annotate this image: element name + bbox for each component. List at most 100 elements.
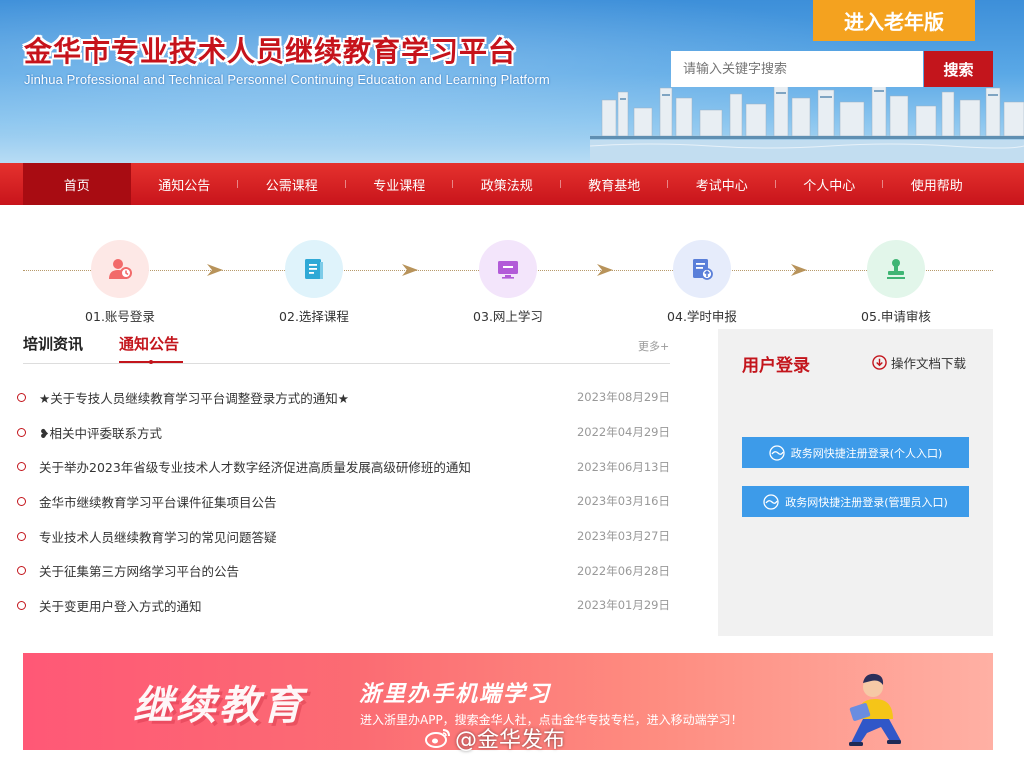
approval-stamp-icon (887, 259, 905, 279)
news-title: ★关于专技人员继续教育学习平台调整登录方式的通知★ (39, 390, 349, 406)
news-title: 金华市继续教育学习平台课件征集项目公告 (39, 494, 277, 510)
nav-item-label: 个人中心 (803, 178, 856, 194)
circle-bullet-icon (17, 427, 26, 437)
nav-item-label: 政策法规 (480, 178, 533, 194)
nav-item-label: 使用帮助 (910, 178, 963, 194)
circle-bullet-icon (17, 600, 26, 610)
nav-item-label: 通知公告 (158, 178, 211, 194)
circle-bullet-icon (17, 392, 26, 402)
news-tabs: 培训资讯 通知公告 更多+ (23, 333, 670, 364)
news-title: ❥相关中评委联系方式 (39, 425, 162, 441)
news-date: 2023年06月13日 (576, 459, 670, 474)
personal-login-label: 政务网快捷注册登录(个人入口) (790, 446, 943, 460)
tab-notices[interactable]: 通知公告 (119, 333, 179, 354)
step-arrow-icon (791, 264, 807, 276)
news-date: 2022年04月29日 (576, 425, 670, 440)
site-subtitle: Jinhua Professional and Technical Person… (24, 72, 550, 87)
site-title: 金华市专业技术人员继续教育学习平台 (24, 35, 518, 68)
nav-item-notices[interactable]: 通知公告 (131, 163, 238, 205)
search-input[interactable] (671, 51, 923, 87)
nav-item-label: 公需课程 (265, 178, 318, 194)
step-circle (867, 240, 925, 298)
report-upload-icon (693, 259, 713, 280)
step-label: 04.学时申报 (667, 309, 737, 324)
news-date: 2023年03月27日 (576, 529, 670, 544)
circle-bullet-icon (17, 531, 26, 541)
step-circle (285, 240, 343, 298)
step-hour-report: 04.学时申报 (642, 240, 762, 325)
step-circle (673, 240, 731, 298)
step-label: 01.账号登录 (85, 309, 155, 324)
nav-item-public-courses[interactable]: 公需课程 (238, 163, 346, 205)
nav-item-label: 考试中心 (695, 178, 748, 194)
step-apply-review: 05.申请审核 (836, 240, 956, 325)
news-list: ★关于专技人员继续教育学习平台调整登录方式的通知★ 2023年08月29日 ❥相… (17, 380, 670, 623)
gov-service-icon (769, 444, 785, 461)
circle-bullet-icon (17, 496, 26, 506)
list-item[interactable]: ❥相关中评委联系方式 2022年04月29日 (17, 415, 670, 450)
active-tab-dot (149, 360, 153, 364)
personal-login-button[interactable]: 政务网快捷注册登录(个人入口) (742, 437, 969, 468)
step-circle (91, 240, 149, 298)
nav-item-policies[interactable]: 政策法规 (453, 163, 561, 205)
city-skyline-image (590, 83, 1024, 163)
step-online-learning: 03.网上学习 (448, 240, 568, 325)
step-label: 02.选择课程 (279, 309, 349, 324)
list-item[interactable]: 金华市继续教育学习平台课件征集项目公告 2023年03月16日 (17, 484, 670, 519)
list-item[interactable]: 关于举办2023年省级专业技术人才数字经济促进高质量发展高级研修班的通知 202… (17, 449, 670, 484)
step-select-course: 02.选择课程 (254, 240, 374, 325)
nav-item-label: 教育基地 (588, 178, 641, 194)
watermark-text: @金华发布 (455, 728, 566, 753)
monitor-icon (498, 261, 518, 279)
site-header: 金华市专业技术人员继续教育学习平台 Jinhua Professional an… (0, 0, 1024, 163)
step-circle (479, 240, 537, 298)
login-title: 用户登录 (742, 356, 810, 376)
list-item[interactable]: 关于征集第三方网络学习平台的公告 2022年06月28日 (17, 553, 670, 588)
nav-item-exam-center[interactable]: 考试中心 (668, 163, 776, 205)
doc-download-label: 操作文档下载 (891, 356, 967, 371)
weibo-watermark: @金华发布 (425, 722, 565, 754)
circle-bullet-icon (17, 566, 26, 576)
news-title: 关于变更用户登入方式的通知 (39, 598, 202, 614)
elder-mode-button[interactable]: 进入老年版 (813, 0, 975, 41)
news-date: 2022年06月28日 (576, 563, 670, 578)
step-arrow-icon (207, 264, 223, 276)
download-icon (872, 355, 887, 370)
news-date: 2023年01月29日 (576, 598, 670, 613)
nav-item-professional-courses[interactable]: 专业课程 (346, 163, 453, 205)
news-date: 2023年08月29日 (576, 390, 670, 405)
search-button[interactable]: 搜索 (924, 51, 993, 87)
step-account-login: 01.账号登录 (60, 240, 180, 325)
news-title: 专业技术人员继续教育学习的常见问题答疑 (39, 529, 277, 545)
news-title: 关于征集第三方网络学习平台的公告 (39, 564, 240, 580)
circle-bullet-icon (17, 462, 26, 472)
news-date: 2023年03月16日 (576, 494, 670, 509)
list-item[interactable]: ★关于专技人员继续教育学习平台调整登录方式的通知★ 2023年08月29日 (17, 380, 670, 415)
tab-training-news[interactable]: 培训资讯 (23, 333, 83, 354)
step-label: 05.申请审核 (861, 309, 931, 324)
nav-item-home[interactable]: 首页 (23, 163, 131, 205)
more-link[interactable]: 更多+ (638, 338, 669, 354)
admin-login-label: 政务网快捷注册登录(管理员入口) (785, 495, 948, 509)
course-book-icon (305, 259, 323, 279)
main-nav: 首页 通知公告 公需课程 专业课程 政策法规 教育基地 考试中心 个人中心 使用… (0, 163, 1024, 205)
banner-headline: 浙里办手机端学习 (359, 682, 552, 707)
step-arrow-icon (402, 264, 418, 276)
admin-login-button[interactable]: 政务网快捷注册登录(管理员入口) (742, 486, 969, 517)
doc-download-link[interactable]: 操作文档下载 (872, 353, 966, 372)
nav-item-help[interactable]: 使用帮助 (883, 163, 991, 205)
nav-item-personal-center[interactable]: 个人中心 (776, 163, 883, 205)
banner-big-text: 继续教育 (133, 683, 305, 729)
nav-item-label: 首页 (63, 178, 90, 194)
step-arrow-icon (597, 264, 613, 276)
list-item[interactable]: 关于变更用户登入方式的通知 2023年01月29日 (17, 588, 670, 623)
list-item[interactable]: 专业技术人员继续教育学习的常见问题答疑 2023年03月27日 (17, 519, 670, 554)
person-with-tablet-illustration (849, 673, 901, 746)
step-label: 03.网上学习 (473, 309, 543, 324)
nav-item-education-base[interactable]: 教育基地 (561, 163, 668, 205)
user-login-icon (109, 259, 132, 279)
weibo-logo-icon (425, 729, 450, 748)
news-title: 关于举办2023年省级专业技术人才数字经济促进高质量发展高级研修班的通知 (39, 460, 471, 476)
gov-service-icon (763, 493, 779, 510)
login-panel: 用户登录 操作文档下载 政务网快捷注册登录(个人入口) 政务网快捷注册登录(管理… (718, 329, 993, 636)
